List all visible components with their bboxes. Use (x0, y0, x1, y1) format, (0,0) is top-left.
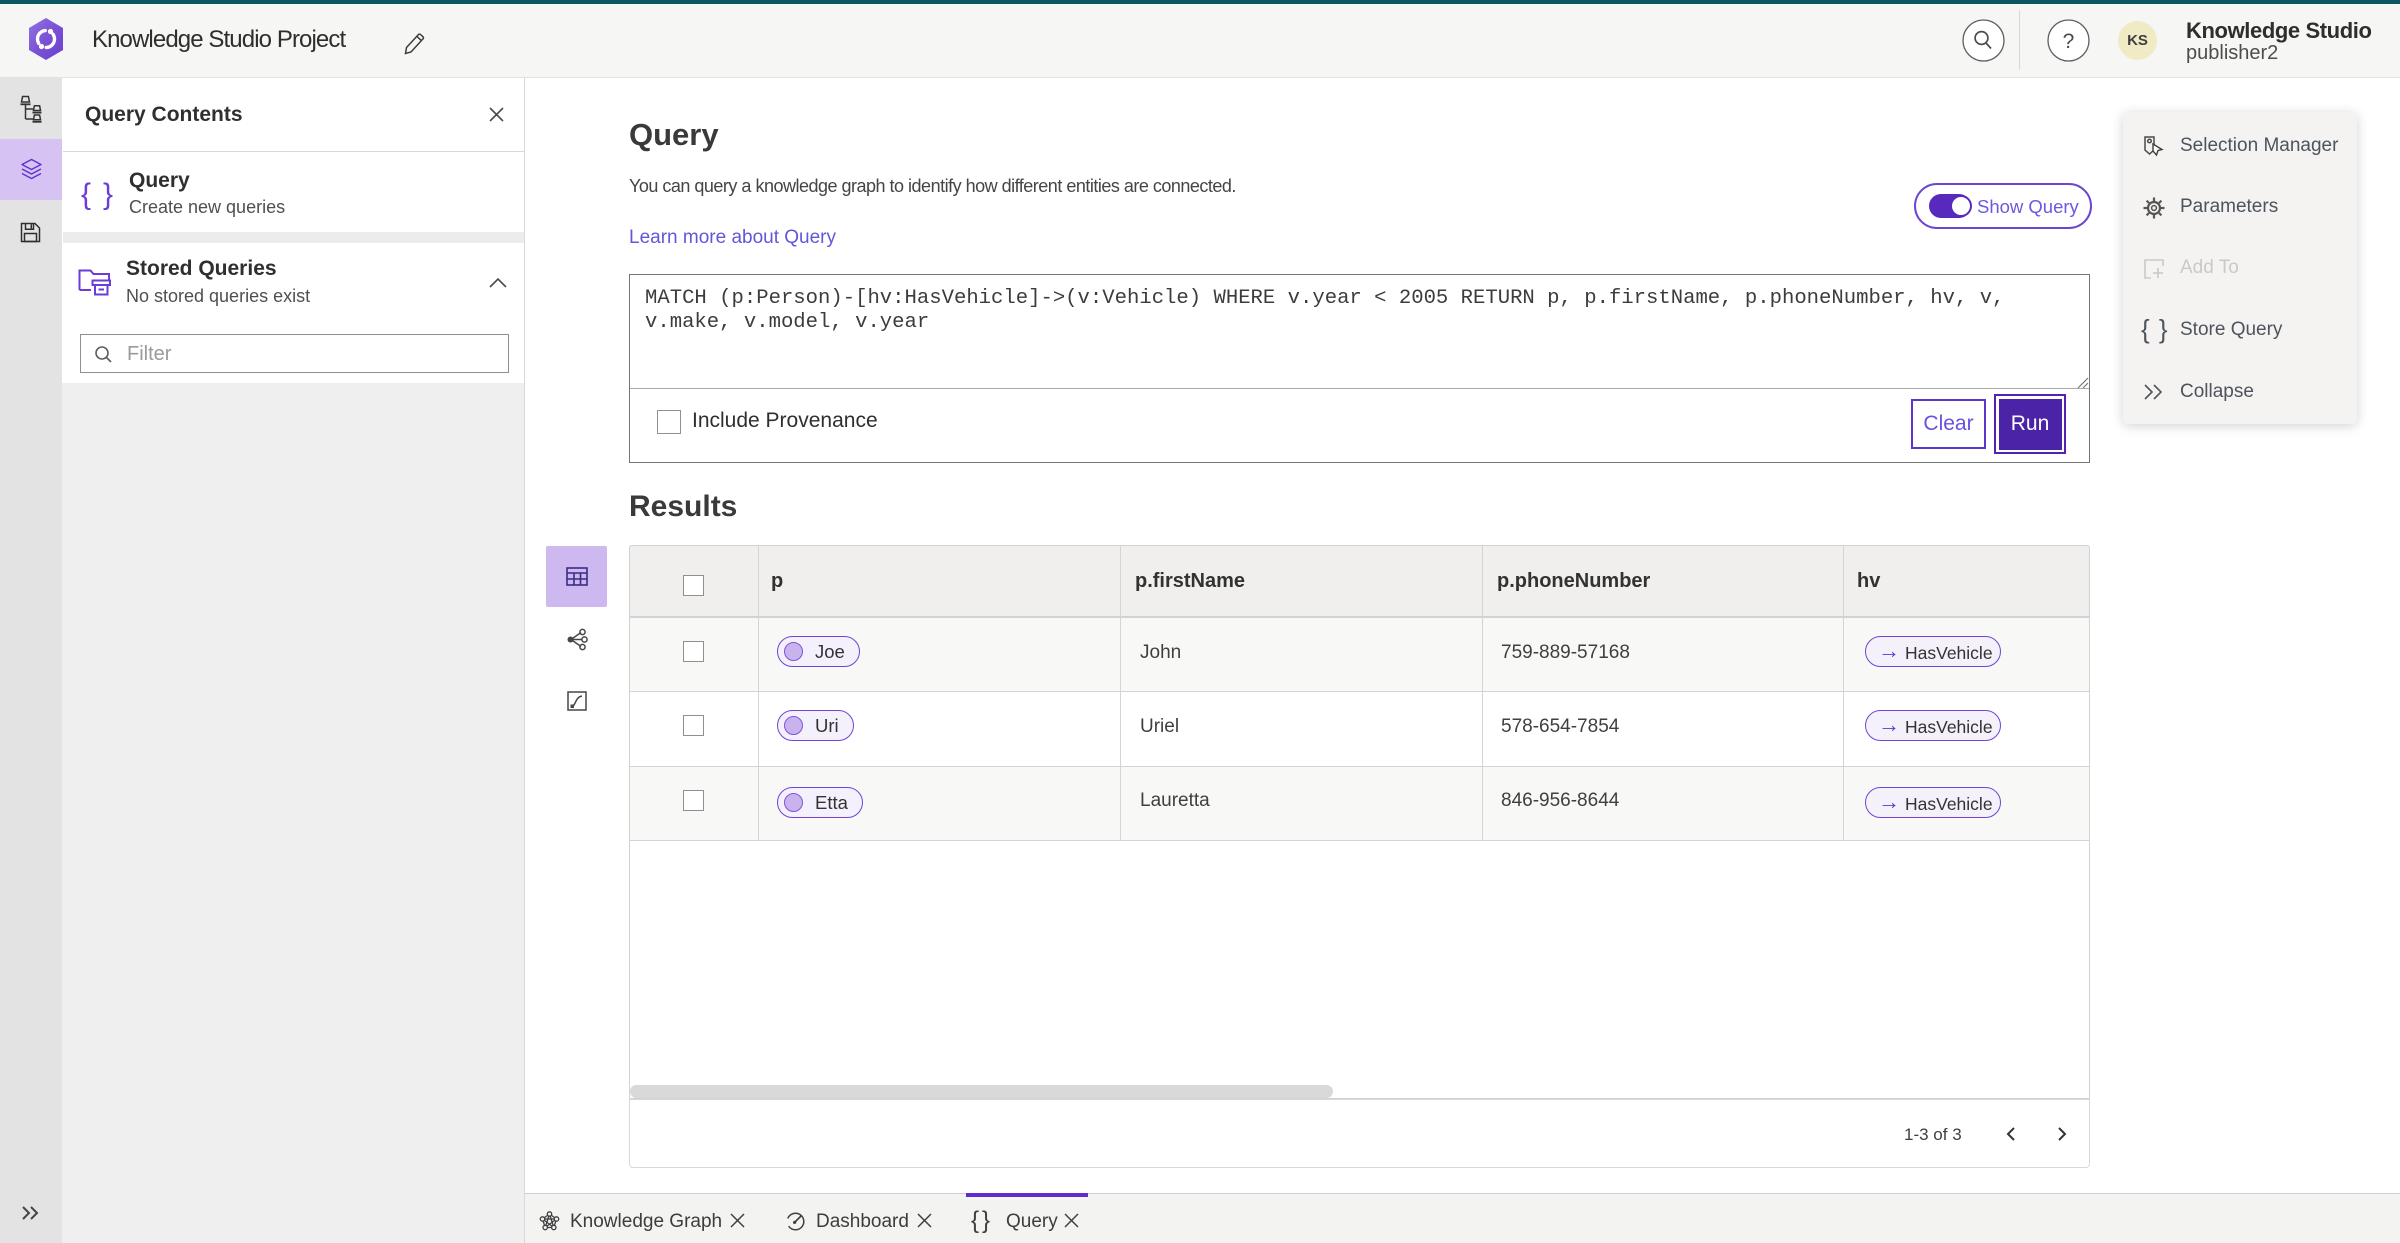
svg-text:?: ? (2063, 30, 2075, 53)
